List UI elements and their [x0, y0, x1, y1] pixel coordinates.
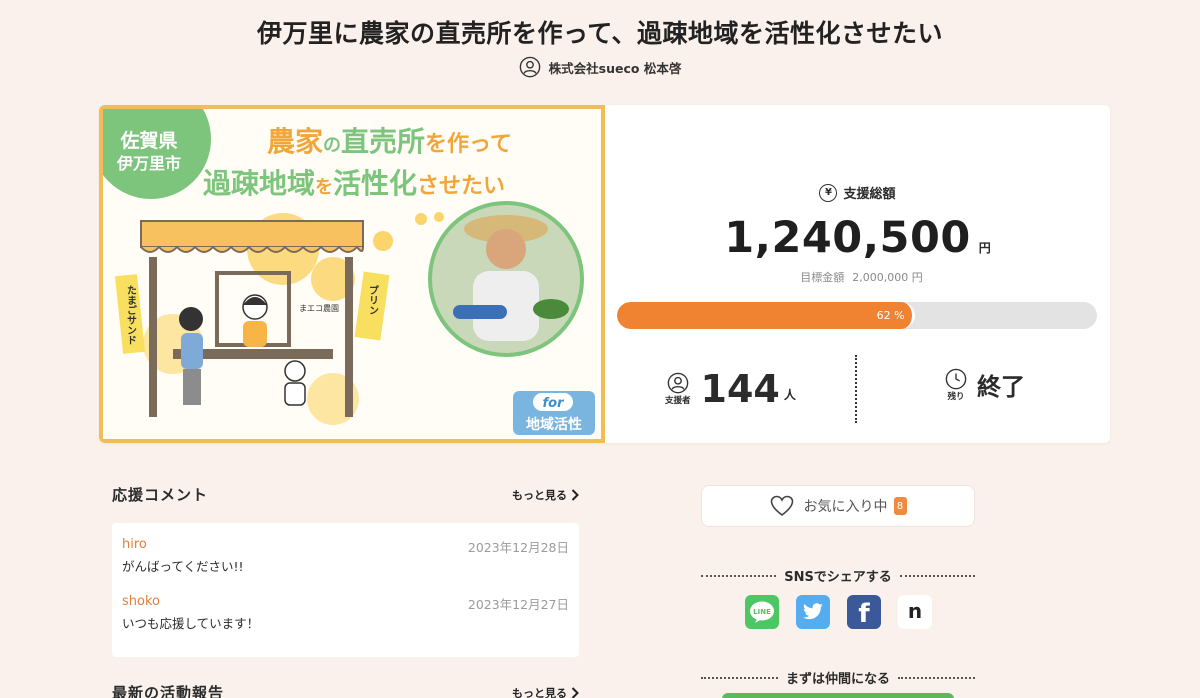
heart-icon: [770, 495, 793, 517]
facebook-icon: f: [858, 599, 870, 625]
twitter-share-button[interactable]: [796, 595, 830, 629]
favorite-button[interactable]: お気に入り中 8: [701, 485, 975, 527]
reports-more-link[interactable]: もっと見る: [512, 685, 579, 698]
project-main-image[interactable]: 佐賀県 伊万里市 農家の直売所を作って 過疎地域を活性化させたい たまごサンド …: [99, 105, 605, 443]
clock-icon: 残り: [945, 368, 967, 402]
total-amount-value: 1,240,500: [724, 213, 971, 263]
reports-header: 最新の活動報告 もっと見る: [112, 682, 579, 698]
svg-text:f: f: [858, 599, 870, 625]
for-label: for: [543, 396, 566, 411]
badge-line2: 伊万里市: [116, 154, 181, 173]
note-share-button[interactable]: n: [898, 595, 932, 629]
headline-line1: 農家の直売所を作って: [267, 125, 512, 158]
stat-divider: [855, 355, 857, 423]
funding-stats: ¥ 支援総額 1,240,500 円 目標金額 2,000,000 円 62 % …: [605, 105, 1110, 443]
page-title: 伊万里に農家の直売所を作って、過疎地域を活性化させたい: [256, 19, 943, 48]
progress-bar: 62 %: [617, 302, 1097, 329]
goal-amount: 目標金額 2,000,000 円: [800, 271, 923, 284]
sign-left: たまごサンド: [125, 285, 137, 345]
favorite-label: お気に入り中: [803, 499, 888, 515]
sign-right: プリン: [367, 284, 378, 315]
join-heading: まずは仲間になる: [701, 668, 976, 687]
total-amount: 1,240,500 円: [605, 213, 1110, 263]
badge-line1: 佐賀県: [119, 129, 177, 152]
svg-text:n: n: [908, 601, 922, 623]
chevron-right-icon: [571, 686, 579, 698]
remaining-value: 終了: [977, 373, 1025, 401]
favorite-count: 8: [893, 497, 907, 515]
owner-name: 株式会社sueco 松本啓: [548, 60, 682, 76]
supporters-icon: 支援者: [665, 372, 691, 406]
total-label: ¥ 支援総額: [605, 183, 1110, 202]
share-buttons: LINE f n: [745, 595, 932, 629]
for-sub: 地域活性: [526, 416, 582, 433]
user-circle-icon: [519, 56, 540, 78]
comments-list: hiro 2023年12月28日 がんばってください!! shoko 2023年…: [112, 523, 579, 657]
facebook-share-button[interactable]: f: [847, 595, 881, 629]
reports-heading: 最新の活動報告: [112, 684, 225, 698]
note-icon: n: [908, 601, 922, 623]
currency-unit: 円: [978, 241, 991, 255]
svg-text:LINE: LINE: [753, 608, 771, 616]
supporters-count: 144: [700, 367, 780, 411]
shop-sign: まエコ農園: [299, 303, 339, 313]
progress-fill: 62 %: [617, 302, 915, 329]
project-hero-card: 佐賀県 伊万里市 農家の直売所を作って 過疎地域を活性化させたい たまごサンド …: [99, 105, 1110, 443]
user-circle-icon: [667, 372, 689, 394]
project-owner[interactable]: 株式会社sueco 松本啓: [0, 56, 1200, 78]
share-heading: SNSでシェアする: [701, 566, 976, 585]
headline-line2: 過疎地域を活性化させたい: [203, 167, 505, 200]
comment-item: hiro 2023年12月28日 がんばってください!!: [122, 537, 569, 594]
comment-body: いつも応援しています！: [122, 616, 260, 631]
remaining-stat: 残り 終了: [945, 367, 1025, 402]
project-illustration: 佐賀県 伊万里市 農家の直売所を作って 過疎地域を活性化させたい たまごサンド …: [103, 109, 595, 435]
supporters-unit: 人: [783, 388, 796, 402]
comment-body: がんばってください!!: [122, 559, 244, 574]
line-icon: LINE: [750, 601, 774, 623]
line-share-button[interactable]: LINE: [745, 595, 779, 629]
comment-date: 2023年12月28日: [467, 540, 569, 555]
yen-icon: ¥: [819, 183, 838, 202]
comment-date: 2023年12月27日: [467, 597, 569, 612]
comments-header: 応援コメント もっと見る: [112, 484, 579, 505]
comments-more-link[interactable]: もっと見る: [512, 487, 579, 503]
twitter-bird-icon: [803, 603, 823, 620]
comment-item: shoko 2023年12月27日 いつも応援しています！: [122, 594, 569, 651]
chevron-right-icon: [571, 488, 579, 501]
comments-heading: 応援コメント: [112, 486, 209, 504]
supporters-stat: 支援者 144 人: [665, 367, 796, 411]
join-button[interactable]: [722, 693, 954, 698]
